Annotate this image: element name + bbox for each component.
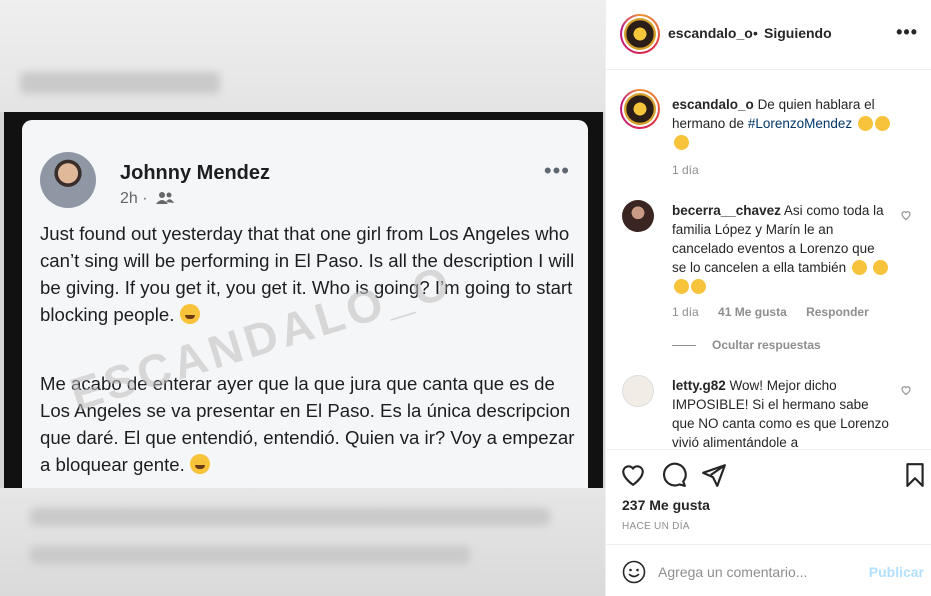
blurred-text — [30, 546, 470, 564]
post-text-english: Just found out yesterday that that one g… — [40, 220, 576, 328]
save-bookmark-icon[interactable] — [902, 462, 928, 488]
blurred-text — [30, 508, 550, 526]
laughing-emoji-icon — [189, 454, 210, 474]
post-text-english-body: Just found out yesterday that that one g… — [40, 223, 575, 325]
post-time: 2h · — [120, 190, 175, 208]
caption-username[interactable]: escandalo_o — [672, 97, 754, 112]
laughing-emoji-icon — [872, 260, 888, 275]
blurred-text — [20, 72, 220, 94]
caption-time: 1 día — [672, 163, 699, 177]
post-timestamp: HACE UN DÍA — [622, 521, 690, 532]
comment-text: becerra__chavez Asi como toda la familia… — [672, 201, 892, 296]
reply-button[interactable]: Responder — [806, 305, 869, 319]
thinking-emoji-icon — [874, 116, 890, 131]
comment-username[interactable]: letty.g82 — [672, 378, 726, 393]
author-avatar[interactable] — [620, 14, 660, 54]
hide-replies-button[interactable]: Ocultar respuestas — [712, 338, 821, 352]
monocle-emoji-icon — [857, 116, 873, 131]
like-comment-heart-icon[interactable] — [900, 209, 912, 221]
post-text-spanish: Me acabo de enterar ayer que la que jura… — [40, 370, 576, 478]
more-options-icon: ••• — [543, 158, 570, 183]
comment-likes[interactable]: 41 Me gusta — [718, 305, 787, 319]
likes-count[interactable]: 237 Me gusta — [622, 497, 710, 513]
blurred-bottom-area — [0, 488, 605, 596]
thinking-emoji-icon — [674, 135, 689, 150]
friends-icon — [156, 192, 175, 204]
comment-username[interactable]: becerra__chavez — [672, 203, 781, 218]
comment-avatar[interactable] — [622, 200, 654, 232]
share-send-icon[interactable] — [701, 462, 727, 488]
post-text-spanish-body: Me acabo de enterar ayer que la que jura… — [40, 373, 575, 475]
add-comment-bar: Publicar — [606, 544, 931, 596]
post-header: escandalo_o • Siguiendo ••• — [606, 0, 931, 70]
emoji-smile-icon[interactable] — [622, 560, 646, 584]
post-details-panel: escandalo_o • Siguiendo ••• escandalo_o … — [605, 0, 931, 596]
hashtag-link[interactable]: #LorenzoMendez — [748, 116, 852, 131]
laughing-emoji-icon — [179, 304, 200, 324]
comment-meta: 1 día 41 Me gusta Responder — [672, 305, 869, 319]
facebook-post-card: Johnny Mendez 2h · ••• Just found out ye… — [22, 120, 588, 488]
post-time-text: 2h · — [120, 190, 148, 207]
comment-text: letty.g82 Wow! Mejor dicho IMPOSIBLE! Si… — [672, 376, 892, 449]
following-button[interactable]: Siguiendo — [764, 25, 832, 41]
comment-time: 1 día — [672, 305, 699, 319]
author-name: Johnny Mendez — [120, 162, 271, 184]
blurred-top-area — [0, 0, 605, 112]
separator-dot: • — [753, 25, 758, 41]
comment-bubble-icon[interactable] — [661, 462, 687, 488]
laughing-emoji-icon — [851, 260, 867, 275]
screenshot-frame: Johnny Mendez 2h · ••• Just found out ye… — [4, 112, 603, 488]
comment-input[interactable] — [658, 557, 858, 587]
laughing-emoji-icon — [674, 279, 689, 294]
caption-text: escandalo_o De quien hablara el hermano … — [672, 95, 902, 152]
laughing-emoji-icon — [691, 279, 706, 294]
like-comment-heart-icon[interactable] — [900, 384, 912, 396]
post-actions: 237 Me gusta HACE UN DÍA Publicar — [606, 449, 931, 596]
author-avatar — [40, 152, 96, 208]
caption-avatar[interactable] — [620, 89, 660, 129]
more-options-icon[interactable]: ••• — [896, 22, 918, 43]
comment-avatar[interactable] — [622, 375, 654, 407]
post-media[interactable]: Johnny Mendez 2h · ••• Just found out ye… — [0, 0, 605, 596]
author-username[interactable]: escandalo_o — [668, 25, 753, 41]
comments-list[interactable]: escandalo_o De quien hablara el hermano … — [606, 71, 931, 449]
like-heart-icon[interactable] — [620, 462, 646, 488]
publish-button[interactable]: Publicar — [869, 564, 924, 580]
divider — [672, 345, 696, 346]
